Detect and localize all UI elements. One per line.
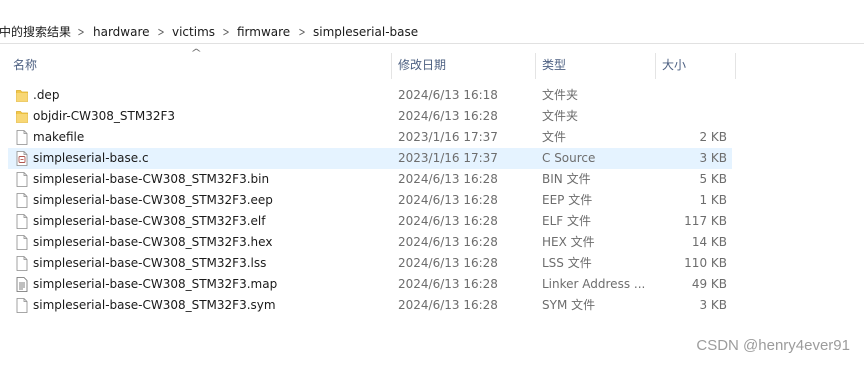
file-row[interactable]: simpleserial-base-CW308_STM32F3.map 2024/… xyxy=(8,274,732,295)
file-type: EEP 文件 xyxy=(542,193,593,207)
file-row[interactable]: objdir-CW308_STM32F3 2024/6/13 16:28 文件夹 xyxy=(8,106,732,127)
file-row[interactable]: simpleserial-base-CW308_STM32F3.sym 2024/… xyxy=(8,295,732,316)
file-modified-date: 2024/6/13 16:28 xyxy=(398,256,498,270)
file-icon xyxy=(16,193,28,208)
file-type: HEX 文件 xyxy=(542,235,595,249)
file-name: objdir-CW308_STM32F3 xyxy=(33,109,175,123)
breadcrumb-item-firmware[interactable]: firmware xyxy=(237,25,290,39)
file-modified-date: 2024/6/13 16:28 xyxy=(398,277,498,291)
chevron-right-icon[interactable]: > xyxy=(158,25,165,39)
file-row[interactable]: simpleserial-base-CW308_STM32F3.elf 2024/… xyxy=(8,211,732,232)
breadcrumb-item-hardware[interactable]: hardware xyxy=(93,25,150,39)
file-row[interactable]: simpleserial-base.c 2023/1/16 17:37 C Sour… xyxy=(8,148,732,169)
column-header-size-label: 大小 xyxy=(662,58,687,72)
file-modified-date: 2024/6/13 16:18 xyxy=(398,88,498,102)
file-modified-date: 2024/6/13 16:28 xyxy=(398,109,498,123)
file-icon xyxy=(16,256,28,271)
column-divider[interactable] xyxy=(735,53,736,79)
breadcrumb-item-search-results[interactable]: 中的搜索结果 xyxy=(0,25,71,39)
file-modified-date: 2024/6/13 16:28 xyxy=(398,172,498,186)
file-size: 3 KB xyxy=(699,151,727,165)
file-type: BIN 文件 xyxy=(542,172,591,186)
column-header-name[interactable] xyxy=(8,53,390,79)
file-name: simpleserial-base-CW308_STM32F3.sym xyxy=(33,298,276,312)
file-name: simpleserial-base-CW308_STM32F3.eep xyxy=(33,193,273,207)
c-source-file-icon xyxy=(16,151,28,166)
chevron-right-icon[interactable]: > xyxy=(78,25,85,39)
file-size: 3 KB xyxy=(699,298,727,312)
file-type: LSS 文件 xyxy=(542,256,592,270)
file-type: 文件夹 xyxy=(542,88,579,102)
file-modified-date: 2024/6/13 16:28 xyxy=(398,235,498,249)
file-row[interactable]: simpleserial-base-CW308_STM32F3.eep 2024/… xyxy=(8,190,732,211)
file-size: 117 KB xyxy=(684,214,727,228)
file-type: Linker Address ... xyxy=(542,277,646,291)
breadcrumb-item-victims[interactable]: victims xyxy=(172,25,215,39)
column-header-type-label: 类型 xyxy=(542,58,567,72)
column-header-name-label: 名称 xyxy=(13,58,38,72)
map-file-icon xyxy=(16,277,28,292)
file-size: 2 KB xyxy=(699,130,727,144)
file-name: simpleserial-base-CW308_STM32F3.map xyxy=(33,277,278,291)
file-type: ELF 文件 xyxy=(542,214,591,228)
file-icon xyxy=(16,214,28,229)
chevron-right-icon[interactable]: > xyxy=(223,25,230,39)
file-name: makefile xyxy=(33,130,85,144)
file-icon xyxy=(16,172,28,187)
file-row[interactable]: makefile 2023/1/16 17:37 文件 2 KB xyxy=(8,127,732,148)
folder-icon xyxy=(16,88,28,103)
file-size: 1 KB xyxy=(699,193,727,207)
file-row[interactable]: simpleserial-base-CW308_STM32F3.lss 2024/… xyxy=(8,253,732,274)
file-modified-date: 2023/1/16 17:37 xyxy=(398,151,498,165)
file-name: .dep xyxy=(33,88,60,102)
file-type: SYM 文件 xyxy=(542,298,596,312)
file-row[interactable]: simpleserial-base-CW308_STM32F3.bin 2024/… xyxy=(8,169,732,190)
file-modified-date: 2024/6/13 16:28 xyxy=(398,193,498,207)
column-header-date-label: 修改日期 xyxy=(398,58,447,72)
file-icon xyxy=(16,298,28,313)
file-icon xyxy=(16,235,28,250)
file-modified-date: 2023/1/16 17:37 xyxy=(398,130,498,144)
file-name: simpleserial-base-CW308_STM32F3.hex xyxy=(33,235,273,249)
file-name: simpleserial-base-CW308_STM32F3.elf xyxy=(33,214,266,228)
file-size: 110 KB xyxy=(684,256,727,270)
file-type: 文件 xyxy=(542,130,567,144)
file-size: 49 KB xyxy=(691,277,727,291)
chevron-right-icon[interactable]: > xyxy=(299,25,306,39)
file-name: simpleserial-base-CW308_STM32F3.lss xyxy=(33,256,267,270)
file-row[interactable]: .dep 2024/6/13 16:18 文件夹 xyxy=(8,85,732,106)
file-type: C Source xyxy=(542,151,596,165)
file-row[interactable]: simpleserial-base-CW308_STM32F3.hex 2024/… xyxy=(8,232,732,253)
file-size: 14 KB xyxy=(691,235,727,249)
folder-icon xyxy=(16,109,28,124)
breadcrumb-item-simpleserial-base[interactable]: simpleserial-base xyxy=(313,25,418,39)
file-modified-date: 2024/6/13 16:28 xyxy=(398,214,498,228)
file-type: 文件夹 xyxy=(542,109,579,123)
breadcrumb: 中的搜索结果 > hardware > victims > firmware >… xyxy=(0,0,864,44)
file-name: simpleserial-base.c xyxy=(33,151,149,165)
file-modified-date: 2024/6/13 16:28 xyxy=(398,298,498,312)
watermark: CSDN @henry4ever91 xyxy=(696,337,850,354)
file-size: 5 KB xyxy=(699,172,727,186)
file-icon xyxy=(16,130,28,145)
file-name: simpleserial-base-CW308_STM32F3.bin xyxy=(33,172,270,186)
